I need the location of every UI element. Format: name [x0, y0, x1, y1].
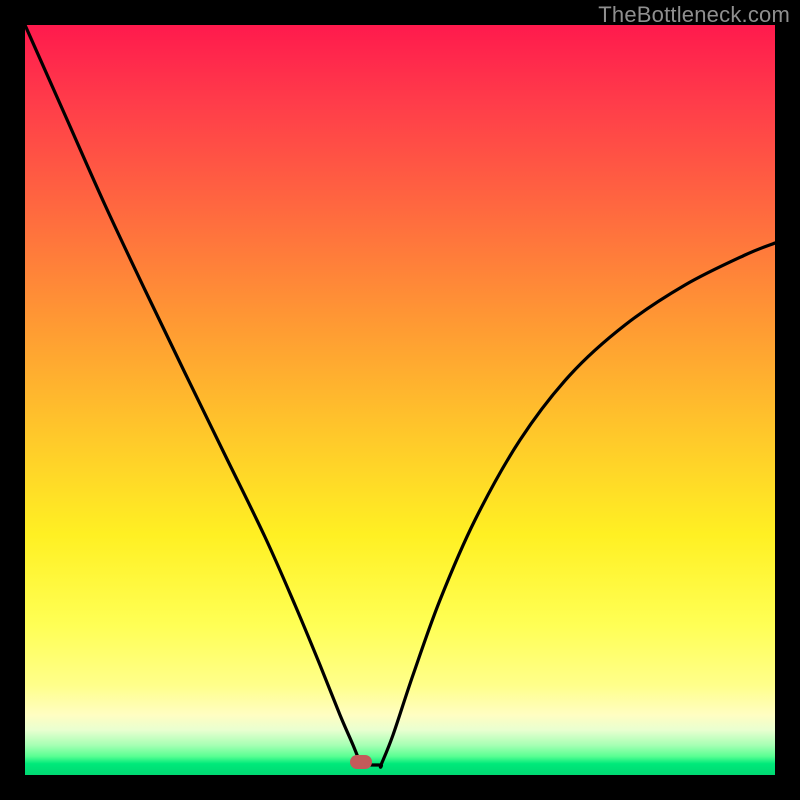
min-marker	[350, 755, 372, 769]
chart-svg	[25, 25, 775, 775]
chart-plot-area	[25, 25, 775, 775]
watermark-text: TheBottleneck.com	[598, 2, 790, 28]
chart-frame: TheBottleneck.com	[0, 0, 800, 800]
curve-path	[25, 25, 775, 767]
